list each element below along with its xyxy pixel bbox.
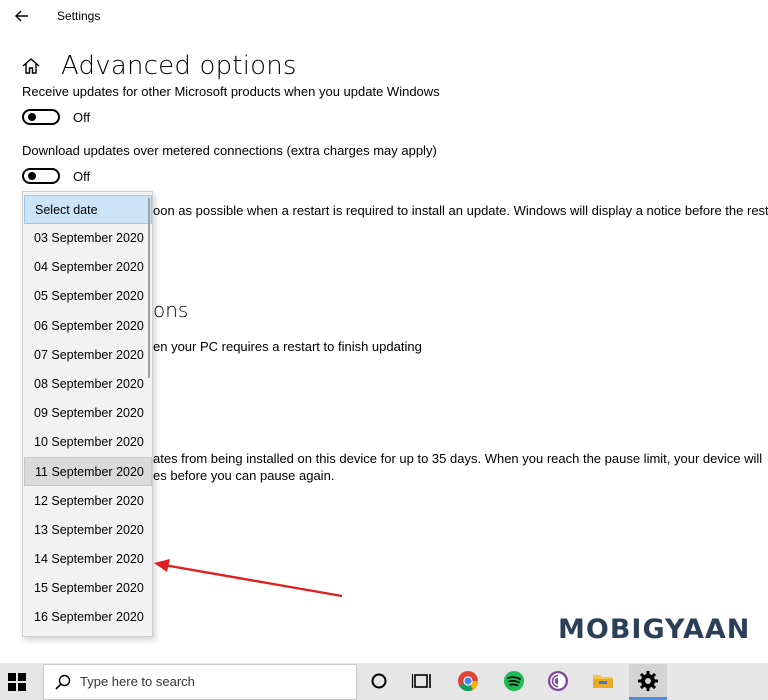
windows-start-icon[interactable] xyxy=(8,673,26,691)
settings-icon[interactable] xyxy=(636,669,660,693)
update-notifications-heading: ons xyxy=(153,298,189,322)
watermark-logo: MOBIGYAAN xyxy=(558,614,751,645)
annotation-arrow-icon xyxy=(154,559,343,598)
search-icon xyxy=(55,674,71,690)
dropdown-scrollbar[interactable] xyxy=(148,198,150,378)
receive-updates-toggle[interactable] xyxy=(22,109,60,125)
dropdown-item-date[interactable]: 03 September 2020 xyxy=(24,224,152,253)
metered-connections-toggle[interactable] xyxy=(22,168,60,184)
dropdown-item-date[interactable]: 04 September 2020 xyxy=(24,253,152,282)
cortana-icon[interactable] xyxy=(367,669,391,693)
task-view-icon[interactable] xyxy=(411,669,435,693)
chrome-icon[interactable] xyxy=(456,669,480,693)
pause-updates-text-line1: ates from being installed on this device… xyxy=(153,451,763,466)
dropdown-item-date[interactable]: 06 September 2020 xyxy=(24,312,152,341)
metered-connections-toggle-state: Off xyxy=(73,169,91,184)
dropdown-item-date[interactable]: 13 September 2020 xyxy=(24,516,152,545)
restart-asap-text: oon as possible when a restart is requir… xyxy=(153,203,768,218)
page-title: Advanced options xyxy=(61,51,297,81)
pause-until-date-dropdown[interactable]: Select date 03 September 2020 04 September… xyxy=(22,191,153,637)
window-title: Settings xyxy=(57,9,101,23)
receive-updates-label: Receive updates for other Microsoft prod… xyxy=(22,84,440,99)
dropdown-item-date[interactable]: 14 September 2020 xyxy=(24,545,152,574)
tor-icon[interactable] xyxy=(546,669,570,693)
back-arrow-icon[interactable] xyxy=(12,6,32,26)
pause-updates-text-line2: es before you can pause again. xyxy=(153,468,335,483)
dropdown-item-date[interactable]: 11 September 2020 xyxy=(24,457,152,487)
dropdown-item-date[interactable]: 09 September 2020 xyxy=(24,399,152,428)
dropdown-item-date[interactable]: 05 September 2020 xyxy=(24,282,152,311)
dropdown-item-date[interactable]: 10 September 2020 xyxy=(24,428,152,457)
dropdown-item-date[interactable]: 15 September 2020 xyxy=(24,574,152,603)
dropdown-item-date[interactable]: 08 September 2020 xyxy=(24,370,152,399)
file-explorer-icon[interactable] xyxy=(591,669,615,693)
spotify-icon[interactable] xyxy=(502,669,526,693)
dropdown-item-date[interactable]: 12 September 2020 xyxy=(24,487,152,516)
dropdown-item-date[interactable]: 16 September 2020 xyxy=(24,603,152,632)
title-bar xyxy=(0,0,768,32)
receive-updates-toggle-state: Off xyxy=(73,110,91,125)
restart-notification-text: en your PC requires a restart to finish … xyxy=(153,339,422,354)
dropdown-item-select-date[interactable]: Select date xyxy=(24,195,152,224)
metered-connections-label: Download updates over metered connection… xyxy=(22,143,437,158)
search-placeholder: Type here to search xyxy=(80,674,195,689)
home-icon[interactable] xyxy=(21,56,41,76)
dropdown-item-date[interactable]: 07 September 2020 xyxy=(24,341,152,370)
